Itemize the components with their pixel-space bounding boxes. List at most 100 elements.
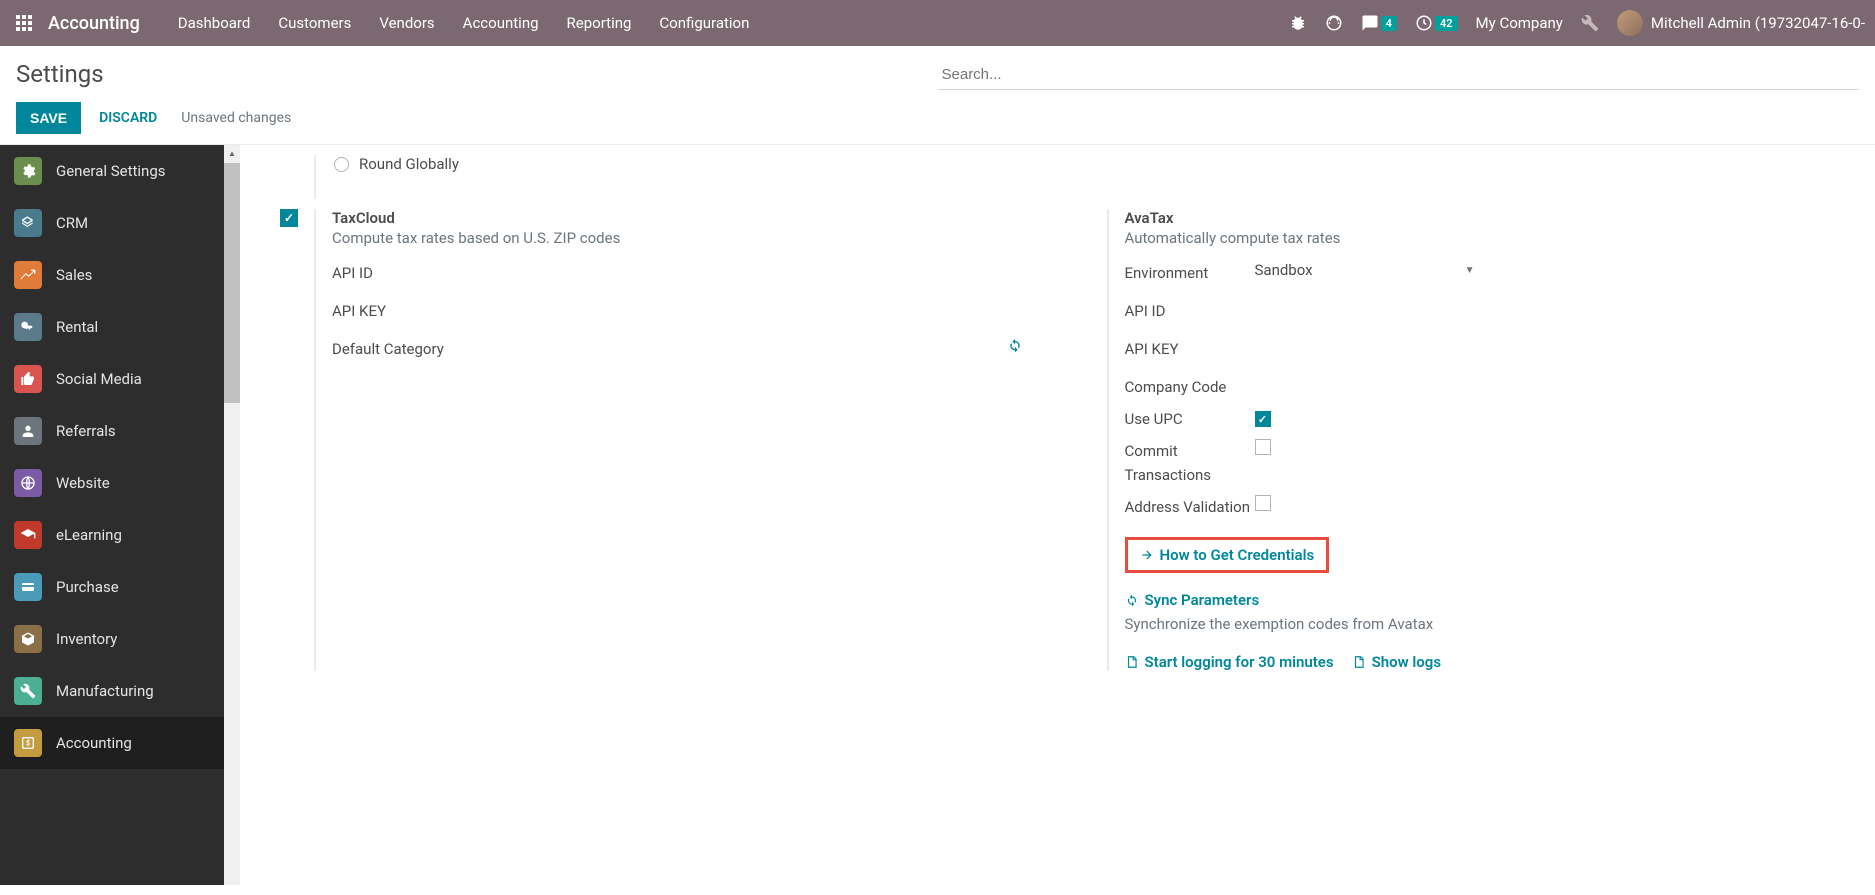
settings-main: Round Globally TaxCloud Compute tax rate… [240,145,1875,885]
highlighted-link: How to Get Credentials [1125,537,1330,573]
sidebar-item-website[interactable]: Website [0,457,224,509]
avatax-api-key-label: API KEY [1125,337,1255,361]
save-button[interactable]: SAVE [16,102,81,134]
sidebar-item-label: Sales [56,266,92,284]
taxcloud-category-label: Default Category [332,337,472,361]
sidebar-item-label: Inventory [56,630,117,648]
sidebar-item-label: Manufacturing [56,682,154,700]
radio-label: Round Globally [359,155,459,173]
sidebar-item-elearning[interactable]: eLearning [0,509,224,561]
avatax-env-label: Environment [1125,261,1255,285]
messages-icon[interactable]: 4 [1361,14,1397,32]
menu-accounting[interactable]: Accounting [449,0,553,46]
taxcloud-api-key-label: API KEY [332,299,472,323]
avatax-address-checkbox[interactable] [1255,495,1271,511]
settings-sidebar: General Settings CRM Sales Rental Social… [0,145,224,885]
money-icon: $ [14,729,42,757]
sidebar-item-inventory[interactable]: Inventory [0,613,224,665]
handshake-icon [14,209,42,237]
top-navbar: Accounting Dashboard Customers Vendors A… [0,0,1875,46]
sidebar-item-general[interactable]: General Settings [0,145,224,197]
messages-badge: 4 [1381,16,1397,31]
sidebar-item-label: General Settings [56,162,166,180]
sidebar-item-accounting[interactable]: $ Accounting [0,717,224,769]
sync-desc: Synchronize the exemption codes from Ava… [1125,615,1836,633]
avatax-title: AvaTax [1125,209,1836,227]
avatax-env-select[interactable]: Sandbox ▼ [1255,261,1475,279]
globe-icon [14,469,42,497]
sidebar-item-manufacturing[interactable]: Manufacturing [0,665,224,717]
sync-icon [1125,593,1139,607]
chart-icon [14,261,42,289]
search-input[interactable] [938,60,1860,90]
activities-icon[interactable]: 42 [1415,14,1458,32]
avatax-commit-label: Commit Transactions [1125,439,1255,487]
key-icon [14,313,42,341]
sidebar-item-social[interactable]: Social Media [0,353,224,405]
taxcloud-checkbox[interactable] [280,209,298,227]
graduation-icon [14,521,42,549]
taxcloud-category-input[interactable] [472,337,1043,353]
sidebar-item-rental[interactable]: Rental [0,301,224,353]
control-panel: Settings SAVE DISCARD Unsaved changes [0,46,1875,145]
app-brand[interactable]: Accounting [48,13,140,34]
sidebar-item-label: Referrals [56,422,116,440]
avatax-env-value: Sandbox [1255,261,1313,279]
sidebar-scrollbar-thumb[interactable] [224,163,240,403]
debug-icon[interactable] [1289,14,1307,32]
show-logs-link[interactable]: Show logs [1352,653,1441,671]
support-icon[interactable] [1325,14,1343,32]
sidebar-item-sales[interactable]: Sales [0,249,224,301]
file-icon [1125,655,1139,669]
unsaved-indicator: Unsaved changes [175,102,297,134]
menu-dashboard[interactable]: Dashboard [164,0,265,46]
sidebar-item-label: Accounting [56,734,132,752]
user-name: Mitchell Admin (19732047-16-0- [1651,14,1865,32]
avatar [1617,10,1643,36]
systray: 4 42 My Company Mitchell Admin (19732047… [1289,10,1865,36]
sidebar-item-label: eLearning [56,526,122,544]
menu-configuration[interactable]: Configuration [645,0,763,46]
refresh-icon[interactable] [1007,337,1043,353]
thumbs-up-icon [14,365,42,393]
start-logging-link[interactable]: Start logging for 30 minutes [1125,653,1334,671]
activities-badge: 42 [1435,16,1458,31]
box-icon [14,625,42,653]
user-menu[interactable]: Mitchell Admin (19732047-16-0- [1617,10,1865,36]
menu-reporting[interactable]: Reporting [553,0,646,46]
taxcloud-setting: TaxCloud Compute tax rates based on U.S.… [280,209,1043,671]
taxcloud-api-id-label: API ID [332,261,472,285]
round-globally-option[interactable]: Round Globally [332,155,1835,173]
sidebar-item-referrals[interactable]: Referrals [0,405,224,457]
scroll-up-icon[interactable]: ▲ [224,145,240,161]
avatax-company-label: Company Code [1125,375,1255,399]
sidebar-item-crm[interactable]: CRM [0,197,224,249]
sidebar-item-label: Website [56,474,110,492]
svg-text:$: $ [26,739,30,748]
apps-icon[interactable] [10,9,38,37]
radio-icon [334,157,349,172]
avatax-upc-label: Use UPC [1125,407,1255,431]
discard-button[interactable]: DISCARD [93,102,163,134]
wrench-icon [14,677,42,705]
avatax-api-id-label: API ID [1125,299,1255,323]
sidebar-item-label: CRM [56,214,88,232]
tools-icon[interactable] [1581,14,1599,32]
avatax-commit-checkbox[interactable] [1255,439,1271,455]
chevron-down-icon: ▼ [1465,265,1475,276]
menu-vendors[interactable]: Vendors [365,0,448,46]
file-icon [1352,655,1366,669]
sidebar-item-label: Rental [56,318,98,336]
company-switcher[interactable]: My Company [1476,14,1563,32]
sidebar-item-purchase[interactable]: Purchase [0,561,224,613]
sidebar-item-label: Social Media [56,370,142,388]
top-menu: Dashboard Customers Vendors Accounting R… [164,0,764,46]
avatax-upc-checkbox[interactable] [1255,411,1271,427]
gear-icon [14,157,42,185]
card-icon [14,573,42,601]
person-icon [14,417,42,445]
sidebar-item-label: Purchase [56,578,119,596]
sync-parameters-link[interactable]: Sync Parameters [1125,591,1260,609]
how-to-credentials-link[interactable]: How to Get Credentials [1140,546,1315,564]
menu-customers[interactable]: Customers [264,0,365,46]
